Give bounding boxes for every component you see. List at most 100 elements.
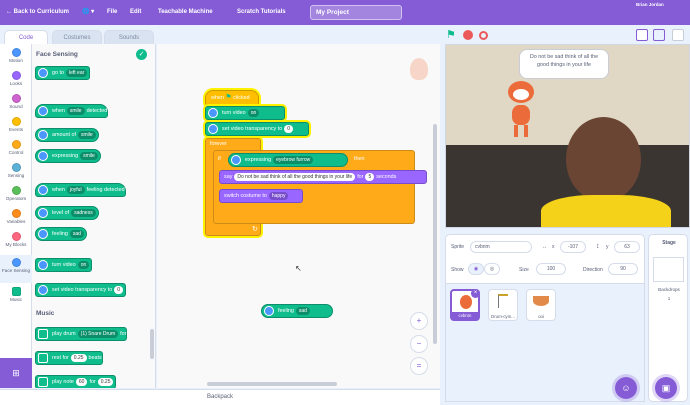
block-feeling[interactable]: feeling sad <box>35 227 87 241</box>
block-dropdown[interactable]: smile <box>80 151 98 160</box>
x-position-input[interactable]: -107 <box>560 241 586 253</box>
project-title-input[interactable]: My Project <box>310 5 402 20</box>
block-turn-video-on[interactable]: turn video on <box>205 106 285 120</box>
stage-canvas[interactable]: Do not be sad think of all the good thin… <box>445 44 690 228</box>
block-text: feeling detected <box>86 187 125 193</box>
category-music[interactable]: Music <box>0 287 32 302</box>
block-dropdown[interactable]: sad <box>69 229 84 238</box>
category-looks[interactable]: Looks <box>0 71 32 86</box>
block-when-smile-detected[interactable]: when smile detected <box>35 104 109 118</box>
face-sensing-block-icon <box>38 106 48 116</box>
block-number-input[interactable]: 5 <box>365 172 375 181</box>
language-globe-icon[interactable]: 🌐 ▾ <box>82 0 94 25</box>
palette-scrollbar[interactable] <box>150 329 154 359</box>
block-text-input[interactable]: Do not be sad think of all the good thin… <box>234 172 356 181</box>
green-flag-icon: ⚑ <box>225 94 232 101</box>
block-if-then[interactable]: if expressing eyebrow furrow then <box>213 150 415 224</box>
stop-button[interactable] <box>463 30 473 40</box>
category-motion[interactable]: Motion <box>0 48 32 63</box>
category-face-sensing[interactable]: Face Sensing <box>0 255 32 283</box>
show-sprite-button[interactable]: ◉ <box>468 263 484 275</box>
direction-label: Direction <box>583 267 603 273</box>
backpack[interactable]: Backpack <box>0 389 440 405</box>
tab-costumes[interactable]: Costumes <box>52 30 102 44</box>
direction-input[interactable]: 90 <box>608 263 638 275</box>
edit-menu[interactable]: Edit <box>130 0 141 25</box>
sprite-name-input[interactable]: cvbnm <box>470 241 532 253</box>
block-expressing-condition[interactable]: expressing eyebrow furrow <box>228 153 348 167</box>
block-amount-of[interactable]: amount of smile <box>35 128 99 142</box>
large-stage-button[interactable] <box>653 29 665 41</box>
tab-code[interactable]: Code <box>4 30 48 44</box>
block-dropdown[interactable]: left ear <box>66 68 88 77</box>
backdrop-thumbnail[interactable] <box>653 257 684 282</box>
workspace-vertical-scrollbar[interactable] <box>433 124 437 344</box>
size-input[interactable]: 100 <box>536 263 566 275</box>
block-rest-for[interactable]: rest for 0.25 beats <box>35 351 103 365</box>
block-number-input[interactable]: 0 <box>284 124 294 133</box>
scratch-tutorials-link[interactable]: Scratch Tutorials <box>237 0 286 25</box>
block-switch-costume[interactable]: switch costume to happy <box>219 189 303 203</box>
delete-sprite-icon[interactable]: × <box>471 289 480 298</box>
category-my-blocks[interactable]: My Blocks <box>0 232 32 247</box>
sprite-character[interactable] <box>506 81 536 139</box>
block-dropdown[interactable]: happy <box>268 191 289 200</box>
block-dropdown[interactable]: smile <box>66 106 85 115</box>
block-dropdown[interactable]: joyful <box>66 185 85 194</box>
block-say-for-seconds[interactable]: say Do not be sad think of all the good t… <box>219 170 427 184</box>
tab-sounds-label: Sounds <box>118 35 140 41</box>
block-number-input[interactable]: 0.25 <box>97 377 114 386</box>
green-flag-button[interactable]: ⚑ <box>446 29 458 41</box>
block-feeling-loose[interactable]: feeling sad <box>261 304 333 318</box>
block-go-to[interactable]: go to left ear <box>35 66 91 80</box>
choose-sprite-button[interactable]: ☺ <box>615 377 637 399</box>
block-set-video-transparency[interactable]: set video transparency to 0 <box>35 283 127 297</box>
teachable-machine-menu[interactable]: Teachable Machine <box>158 0 213 25</box>
script-stack[interactable]: when ⚑ clicked turn video on set video tr… <box>205 82 427 236</box>
block-play-note[interactable]: play note 60 for 0.25 <box>35 375 117 388</box>
block-dropdown[interactable]: on <box>77 260 90 269</box>
zoom-in-button[interactable]: + <box>410 312 428 330</box>
block-turn-video[interactable]: turn video on <box>35 258 93 272</box>
y-position-input[interactable]: 63 <box>614 241 640 253</box>
hide-sprite-button[interactable]: ◎ <box>484 263 500 275</box>
block-level-of[interactable]: level of sadness <box>35 206 99 220</box>
block-when-feeling-detected[interactable]: when joyful feeling detected <box>35 183 126 197</box>
record-button[interactable] <box>479 31 488 40</box>
fullscreen-button[interactable] <box>672 29 684 41</box>
block-dropdown[interactable]: eyebrow furrow <box>273 155 314 164</box>
category-label: Face Sensing <box>1 268 31 273</box>
category-variables[interactable]: Variables <box>0 209 32 224</box>
category-control[interactable]: Control <box>0 140 32 155</box>
workspace-horizontal-scrollbar[interactable] <box>207 382 337 386</box>
category-sound[interactable]: Sound <box>0 94 32 109</box>
block-dropdown[interactable]: (1) Snare Drum <box>77 329 119 338</box>
block-dropdown[interactable]: on <box>247 108 260 117</box>
sprite-thumbnail[interactable]: × cvbnm <box>450 289 480 321</box>
choose-backdrop-button[interactable]: ▣ <box>655 377 677 399</box>
category-events[interactable]: Events <box>0 117 32 132</box>
tab-sounds[interactable]: Sounds <box>104 30 154 44</box>
category-sensing[interactable]: Sensing <box>0 163 32 178</box>
block-play-drum[interactable]: play drum (1) Snare Drum for <box>35 327 128 341</box>
add-extension-button[interactable]: ⊞ <box>0 358 32 388</box>
user-name[interactable]: Brian Jordan <box>636 0 664 17</box>
block-expressing[interactable]: expressing smile <box>35 149 101 163</box>
block-when-flag-clicked[interactable]: when ⚑ clicked <box>205 90 259 106</box>
block-dropdown[interactable]: sadness <box>71 208 96 217</box>
file-menu[interactable]: File <box>107 0 117 25</box>
category-operators[interactable]: Operators <box>0 186 32 201</box>
block-number-input[interactable]: 60 <box>75 377 88 386</box>
sprite-thumbnail[interactable]: ooi <box>526 289 556 321</box>
zoom-reset-button[interactable]: = <box>410 357 428 375</box>
block-dropdown[interactable]: sad <box>295 306 310 315</box>
block-number-input[interactable]: 0 <box>114 285 124 294</box>
block-set-video-transparency-to[interactable]: set video transparency to 0 <box>205 122 309 136</box>
code-workspace[interactable]: when ⚑ clicked turn video on set video tr… <box>157 44 440 388</box>
zoom-out-button[interactable]: − <box>410 335 428 353</box>
small-stage-button[interactable] <box>636 29 648 41</box>
back-to-curriculum-link[interactable]: ← Back to Curriculum <box>6 0 69 25</box>
block-dropdown[interactable]: smile <box>77 130 96 139</box>
block-number-input[interactable]: 0.25 <box>70 353 87 362</box>
sprite-thumbnail[interactable]: Drum-cym... <box>488 289 518 321</box>
